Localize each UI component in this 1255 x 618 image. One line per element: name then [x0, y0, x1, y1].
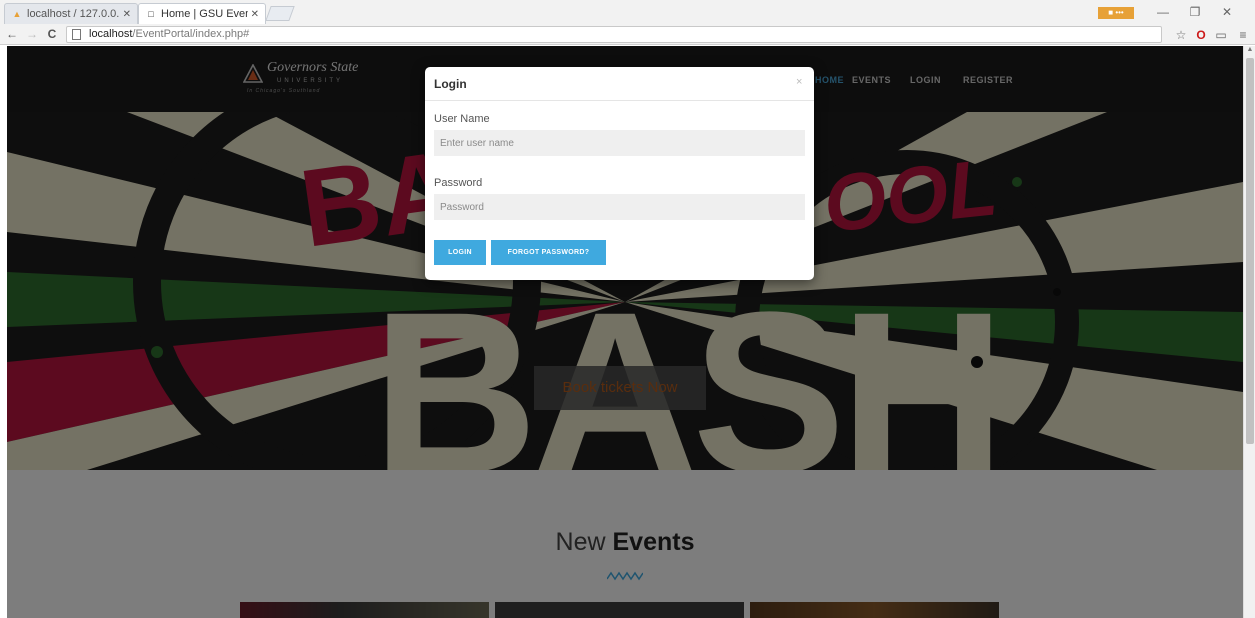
forward-icon[interactable]: →: [24, 26, 40, 42]
scroll-up-icon[interactable]: ▲: [1244, 46, 1255, 56]
cast-icon[interactable]: ▭: [1213, 27, 1229, 43]
address-path: /EventPortal/index.php#: [132, 28, 250, 40]
page-scrollbar[interactable]: ▲: [1243, 46, 1255, 618]
browser-chrome: ▲ localhost / 127.0.0.1 ✕ □ Home | GSU E…: [0, 0, 1255, 45]
reload-icon[interactable]: C: [44, 26, 60, 42]
login-button[interactable]: LOGIN: [434, 240, 486, 265]
password-input[interactable]: [434, 194, 805, 220]
address-host: localhost: [89, 28, 133, 40]
scrollbar-thumb[interactable]: [1246, 58, 1254, 444]
modal-header: Login ×: [425, 67, 814, 101]
browser-toolbar: ← → C localhost/EventPortal/index.php# ☆…: [0, 25, 1255, 45]
username-input[interactable]: [434, 130, 805, 156]
browser-tab-phpmyadmin[interactable]: ▲ localhost / 127.0.0.1 ✕: [4, 3, 138, 24]
password-label: Password: [434, 177, 483, 189]
phpmyadmin-icon: ▲: [12, 9, 22, 19]
menu-icon[interactable]: ≡: [1235, 27, 1251, 43]
tab-title: Home | GSU Event Po: [161, 8, 248, 20]
browser-tab-home[interactable]: □ Home | GSU Event Po ✕: [138, 3, 266, 24]
tab-strip: ▲ localhost / 127.0.0.1 ✕ □ Home | GSU E…: [0, 0, 1255, 24]
new-tab-button[interactable]: [265, 6, 295, 21]
page-icon: □: [148, 9, 154, 19]
user-profile-chip[interactable]: ■ •••: [1098, 7, 1134, 19]
restore-icon[interactable]: ❐: [1186, 3, 1204, 21]
page-info-icon: [72, 29, 81, 40]
login-modal: Login × User Name Password LOGIN FORGOT …: [425, 67, 814, 280]
bookmark-star-icon[interactable]: ☆: [1173, 27, 1189, 43]
tab-title: localhost / 127.0.0.1: [27, 8, 120, 20]
username-label: User Name: [434, 113, 490, 125]
minimize-icon[interactable]: —: [1154, 3, 1172, 21]
back-icon[interactable]: ←: [4, 26, 20, 42]
page-viewport: Governors State UNIVERSITY In Chicago's …: [7, 46, 1243, 618]
close-tab-icon[interactable]: ✕: [251, 9, 259, 20]
close-window-icon[interactable]: ✕: [1218, 3, 1236, 21]
modal-title: Login: [434, 77, 467, 91]
forgot-password-button[interactable]: FORGOT PASSWORD?: [491, 240, 606, 265]
opera-icon[interactable]: O: [1193, 27, 1209, 43]
close-tab-icon[interactable]: ✕: [123, 9, 131, 20]
close-icon[interactable]: ×: [796, 76, 802, 88]
address-bar[interactable]: localhost/EventPortal/index.php#: [66, 26, 1162, 43]
